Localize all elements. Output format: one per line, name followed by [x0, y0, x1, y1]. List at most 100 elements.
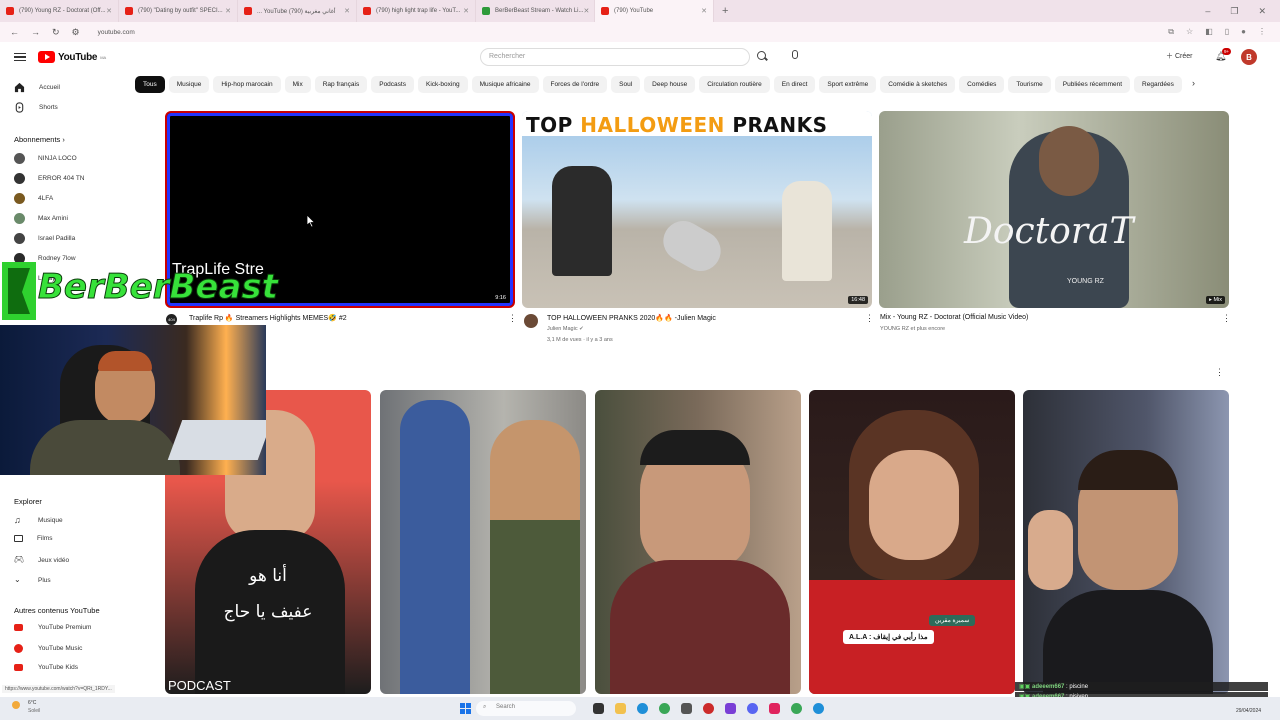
chip-forces-de-l-ordre[interactable]: Forces de l'ordre: [542, 76, 608, 93]
chip-musique[interactable]: Musique: [168, 76, 210, 93]
close-icon[interactable]: ✕: [225, 7, 231, 15]
profile-icon[interactable]: ●: [1241, 27, 1246, 37]
chip-podcasts[interactable]: Podcasts: [371, 76, 414, 93]
short-thumbnail[interactable]: سميرة مقرين A.L.A : مذا رأيي في إيقاف: [809, 390, 1015, 694]
obs-icon[interactable]: [703, 703, 714, 714]
close-icon[interactable]: ✕: [463, 7, 469, 15]
bookmark-star-icon[interactable]: ☆: [1186, 27, 1193, 37]
chrome-icon[interactable]: [659, 703, 670, 714]
shorts-more-icon[interactable]: ⋮: [1215, 367, 1224, 378]
chip-kick-boxing[interactable]: Kick-boxing: [417, 76, 468, 93]
channel-name[interactable]: YOUNG RZ et plus encore: [880, 326, 945, 332]
chevron-right-icon[interactable]: ›: [1192, 78, 1195, 88]
more-options-icon[interactable]: ⋮: [865, 313, 874, 324]
task-view-icon[interactable]: [593, 703, 604, 714]
install-icon[interactable]: ⧉: [1168, 27, 1174, 37]
search-input[interactable]: Rechercher: [480, 48, 750, 66]
taskbar-date[interactable]: 29/04/2024: [1236, 708, 1261, 714]
minimize-icon[interactable]: –: [1205, 6, 1210, 17]
sidebar-icon[interactable]: ▯: [1225, 27, 1229, 37]
back-icon[interactable]: ←: [10, 27, 19, 38]
chip-com-die-sketches[interactable]: Comédie à sketches: [880, 76, 956, 93]
chrome-icon[interactable]: [791, 703, 802, 714]
url-field[interactable]: youtube.com: [98, 29, 135, 36]
sidebar-item-premium[interactable]: YouTube Premium: [14, 624, 91, 631]
more-options-icon[interactable]: ⋮: [1222, 313, 1231, 324]
sidebar-item-shorts[interactable]: Shorts: [14, 102, 58, 113]
chip-regard-es[interactable]: Regardées: [1134, 76, 1182, 93]
taskbar-search[interactable]: ⌕ Search: [476, 701, 576, 716]
chip-soul[interactable]: Soul: [611, 76, 641, 93]
chip-hip-hop-marocain[interactable]: Hip-hop marocain: [213, 76, 281, 93]
subscription-item[interactable]: Max Amini: [14, 213, 68, 224]
subscriptions-header[interactable]: Abonnements ›: [14, 135, 65, 144]
reload-icon[interactable]: ↻: [52, 27, 60, 38]
subscription-item[interactable]: ERROR 404 TN: [14, 173, 84, 184]
chip-publi-es-r-cemment[interactable]: Publiées récemment: [1054, 76, 1131, 93]
sidebar-item-films[interactable]: Films: [14, 535, 53, 542]
subscription-item[interactable]: Israel Padilla: [14, 233, 75, 244]
short-thumbnail[interactable]: [1023, 390, 1229, 694]
browser-tab[interactable]: BerBerBeast Stream - Watch Li... ✕: [476, 0, 595, 22]
video-thumbnail[interactable]: TOP HALLOWEEN PRANKS 16:48: [522, 111, 872, 308]
site-info-icon[interactable]: ⚙: [72, 27, 80, 38]
weather-temp[interactable]: 6°C: [28, 700, 36, 706]
browser-tab-active[interactable]: (790) YouTube ✕: [595, 0, 714, 22]
video-thumbnail[interactable]: DoctoraT YOUNG RZ ▸ Mix: [879, 111, 1229, 308]
channel-name[interactable]: Julien Magic ✔: [547, 326, 584, 332]
close-icon[interactable]: ✕: [106, 7, 112, 15]
browser-tab[interactable]: ... YouTube أغاني مغربية (790) ✕: [238, 0, 357, 22]
subscription-item[interactable]: NINJA LOCO: [14, 153, 77, 164]
microphone-icon[interactable]: [792, 50, 798, 59]
browser-menu-icon[interactable]: ⋮: [1258, 27, 1266, 37]
app-icon[interactable]: [769, 703, 780, 714]
browser-tab[interactable]: (790) Young RZ - Doctorat (Off... ✕: [0, 0, 119, 22]
new-tab-icon[interactable]: +: [722, 5, 728, 17]
app-icon[interactable]: [681, 703, 692, 714]
chip-deep-house[interactable]: Deep house: [644, 76, 696, 93]
browser-tab[interactable]: (790) high light trap life - YouT... ✕: [357, 0, 476, 22]
browser-tab[interactable]: (790) "Dating by outfit" SPECI... ✕: [119, 0, 238, 22]
hamburger-menu-icon[interactable]: [14, 52, 26, 62]
chip-musique-africaine[interactable]: Musique africaine: [471, 76, 539, 93]
chip-tous[interactable]: Tous: [135, 76, 165, 93]
sidebar-item-gaming[interactable]: 🎮︎ Jeux vidéo: [14, 555, 69, 565]
sidebar-item-more[interactable]: ⌄ Plus: [14, 575, 51, 585]
windows-start-icon[interactable]: [460, 703, 471, 714]
forward-icon[interactable]: →: [31, 27, 40, 38]
chip-sport-extr-me[interactable]: Sport extrême: [819, 76, 877, 93]
more-options-icon[interactable]: ⋮: [508, 313, 517, 324]
discord-icon[interactable]: [747, 703, 758, 714]
close-icon[interactable]: ✕: [344, 7, 350, 15]
create-button[interactable]: ＋ Créer: [1166, 51, 1192, 61]
sidebar-item-music[interactable]: ♫ Musique: [14, 515, 63, 525]
chip-en-direct[interactable]: En direct: [773, 76, 816, 93]
sidebar-item-kids[interactable]: YouTube Kids: [14, 664, 78, 671]
video-title[interactable]: TOP HALLOWEEN PRANKS 2020🔥🔥 -Julien Magi…: [547, 314, 716, 322]
subscription-item[interactable]: 4LFA: [14, 193, 53, 204]
close-icon[interactable]: ✕: [701, 7, 707, 15]
short-thumbnail[interactable]: [380, 390, 586, 694]
account-avatar[interactable]: B: [1241, 49, 1257, 65]
youtube-logo[interactable]: YouTube MA: [38, 51, 106, 63]
close-icon[interactable]: ✕: [583, 7, 589, 15]
edge-icon[interactable]: [637, 703, 648, 714]
file-explorer-icon[interactable]: [615, 703, 626, 714]
chip-rap-fran-ais[interactable]: Rap français: [314, 76, 368, 93]
short-thumbnail[interactable]: [595, 390, 801, 694]
app-icon[interactable]: [725, 703, 736, 714]
close-window-icon[interactable]: ✕: [1258, 6, 1266, 17]
chip-circulation-routi-re[interactable]: Circulation routière: [699, 76, 770, 93]
sidebar-item-home[interactable]: Accueil: [14, 82, 60, 93]
channel-avatar[interactable]: [524, 314, 538, 328]
video-title[interactable]: Mix - Young RZ - Doctorat (Official Musi…: [880, 314, 1028, 321]
chip-com-dies[interactable]: Comédies: [959, 76, 1005, 93]
weather-icon[interactable]: [12, 701, 20, 709]
search-icon[interactable]: [755, 49, 769, 63]
extensions-icon[interactable]: ◧: [1205, 27, 1213, 37]
chip-mix[interactable]: Mix: [284, 76, 311, 93]
maximize-icon[interactable]: ❐: [1230, 6, 1238, 17]
chip-tourisme[interactable]: Tourisme: [1008, 76, 1051, 93]
sidebar-item-music-app[interactable]: YouTube Music: [14, 644, 82, 653]
app-icon[interactable]: [813, 703, 824, 714]
